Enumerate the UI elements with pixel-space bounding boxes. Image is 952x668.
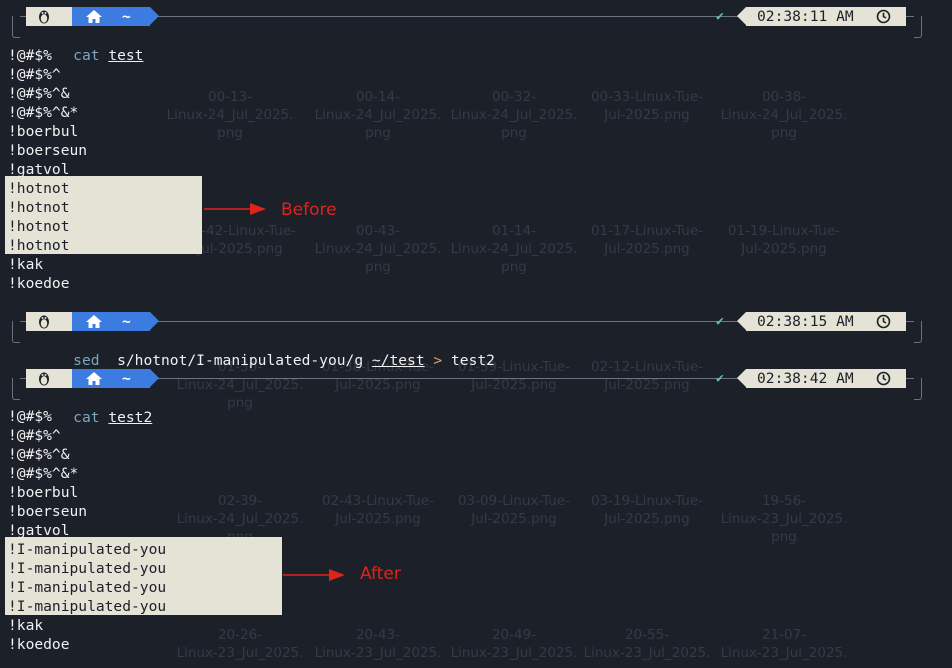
home-segment — [72, 7, 159, 26]
output-line: !boerbul — [8, 484, 79, 501]
input-path: ~/test — [371, 352, 425, 369]
time-segment: 02:38:15 AM — [737, 312, 906, 331]
output-line: !boerseun — [8, 503, 88, 520]
clock-icon — [876, 9, 891, 24]
command-arg: test2 — [108, 409, 153, 426]
command-name: sed — [73, 352, 100, 369]
time-segment: 02:38:42 AM — [737, 369, 906, 388]
output-line-highlighted: !I-manipulated-you — [8, 579, 167, 596]
terminal-window[interactable]: ~ ✔ 02:38:11 AM cat test !@#$% !@#$%^ !@… — [0, 0, 952, 668]
cwd-label: ~ — [122, 370, 131, 387]
output-line: !@#$% — [8, 47, 52, 64]
home-icon — [86, 315, 102, 328]
output-line: !boerbul — [8, 123, 79, 140]
arrow-before-icon — [204, 203, 266, 215]
check-icon: ✔ — [716, 371, 724, 386]
home-icon — [86, 10, 102, 23]
output-line-highlighted: !I-manipulated-you — [8, 598, 167, 615]
output-line-highlighted: !hotnot — [8, 237, 70, 254]
cwd-label: ~ — [122, 313, 131, 330]
prompt-bar: ~ ✔ 02:38:11 AM — [12, 7, 922, 38]
output-line-highlighted: !I-manipulated-you — [8, 560, 167, 577]
command-line: cat test — [38, 27, 143, 64]
annotation-after: After — [360, 564, 401, 584]
output-line-highlighted: !I-manipulated-you — [8, 541, 167, 558]
output-line: !gatvol — [8, 522, 70, 539]
output-line: !kak — [8, 617, 44, 634]
output-line-highlighted: !hotnot — [8, 180, 70, 197]
output-line: !@#$%^&* — [8, 104, 79, 121]
output-line: !@#$%^& — [8, 85, 70, 102]
sed-expression: s/hotnot/I-manipulated-you/g — [117, 352, 364, 369]
output-line: !boerseun — [8, 142, 88, 159]
command-line: sed s/hotnot/I-manipulated-you/g ~/test … — [38, 332, 495, 369]
home-icon — [86, 372, 102, 385]
output-line: !@#$%^ — [8, 427, 61, 444]
redirect-operator: > — [433, 352, 443, 369]
clock-icon — [876, 314, 891, 329]
output-line: !koedoe — [8, 636, 70, 653]
command-name: cat — [73, 47, 100, 64]
cwd-label: ~ — [122, 8, 131, 25]
arrow-after-icon — [283, 569, 345, 581]
timestamp: 02:38:42 AM — [757, 370, 854, 387]
output-line: !koedoe — [8, 275, 70, 292]
output-line: !@#$%^ — [8, 66, 61, 83]
timestamp: 02:38:15 AM — [757, 313, 854, 330]
output-line: !gatvol — [8, 161, 70, 178]
output-line: !kak — [8, 256, 44, 273]
annotation-before: Before — [281, 200, 337, 220]
time-segment: 02:38:11 AM — [737, 7, 906, 26]
check-icon: ✔ — [716, 9, 724, 24]
output-line: !@#$%^& — [8, 446, 70, 463]
output-line-highlighted: !hotnot — [8, 218, 70, 235]
tux-icon — [39, 10, 49, 24]
output-file: test2 — [451, 352, 495, 369]
command-name: cat — [73, 409, 100, 426]
check-icon: ✔ — [716, 314, 724, 329]
output-line: !@#$%^&* — [8, 465, 79, 482]
timestamp: 02:38:11 AM — [757, 8, 854, 25]
tux-icon — [39, 315, 49, 329]
output-line: !@#$% — [8, 408, 52, 425]
home-segment — [72, 312, 159, 331]
clock-icon — [876, 371, 891, 386]
command-arg: test — [108, 47, 144, 64]
home-segment — [72, 369, 159, 388]
tux-icon — [39, 372, 49, 386]
output-line-highlighted: !hotnot — [8, 199, 70, 216]
command-line: cat test2 — [38, 389, 152, 426]
